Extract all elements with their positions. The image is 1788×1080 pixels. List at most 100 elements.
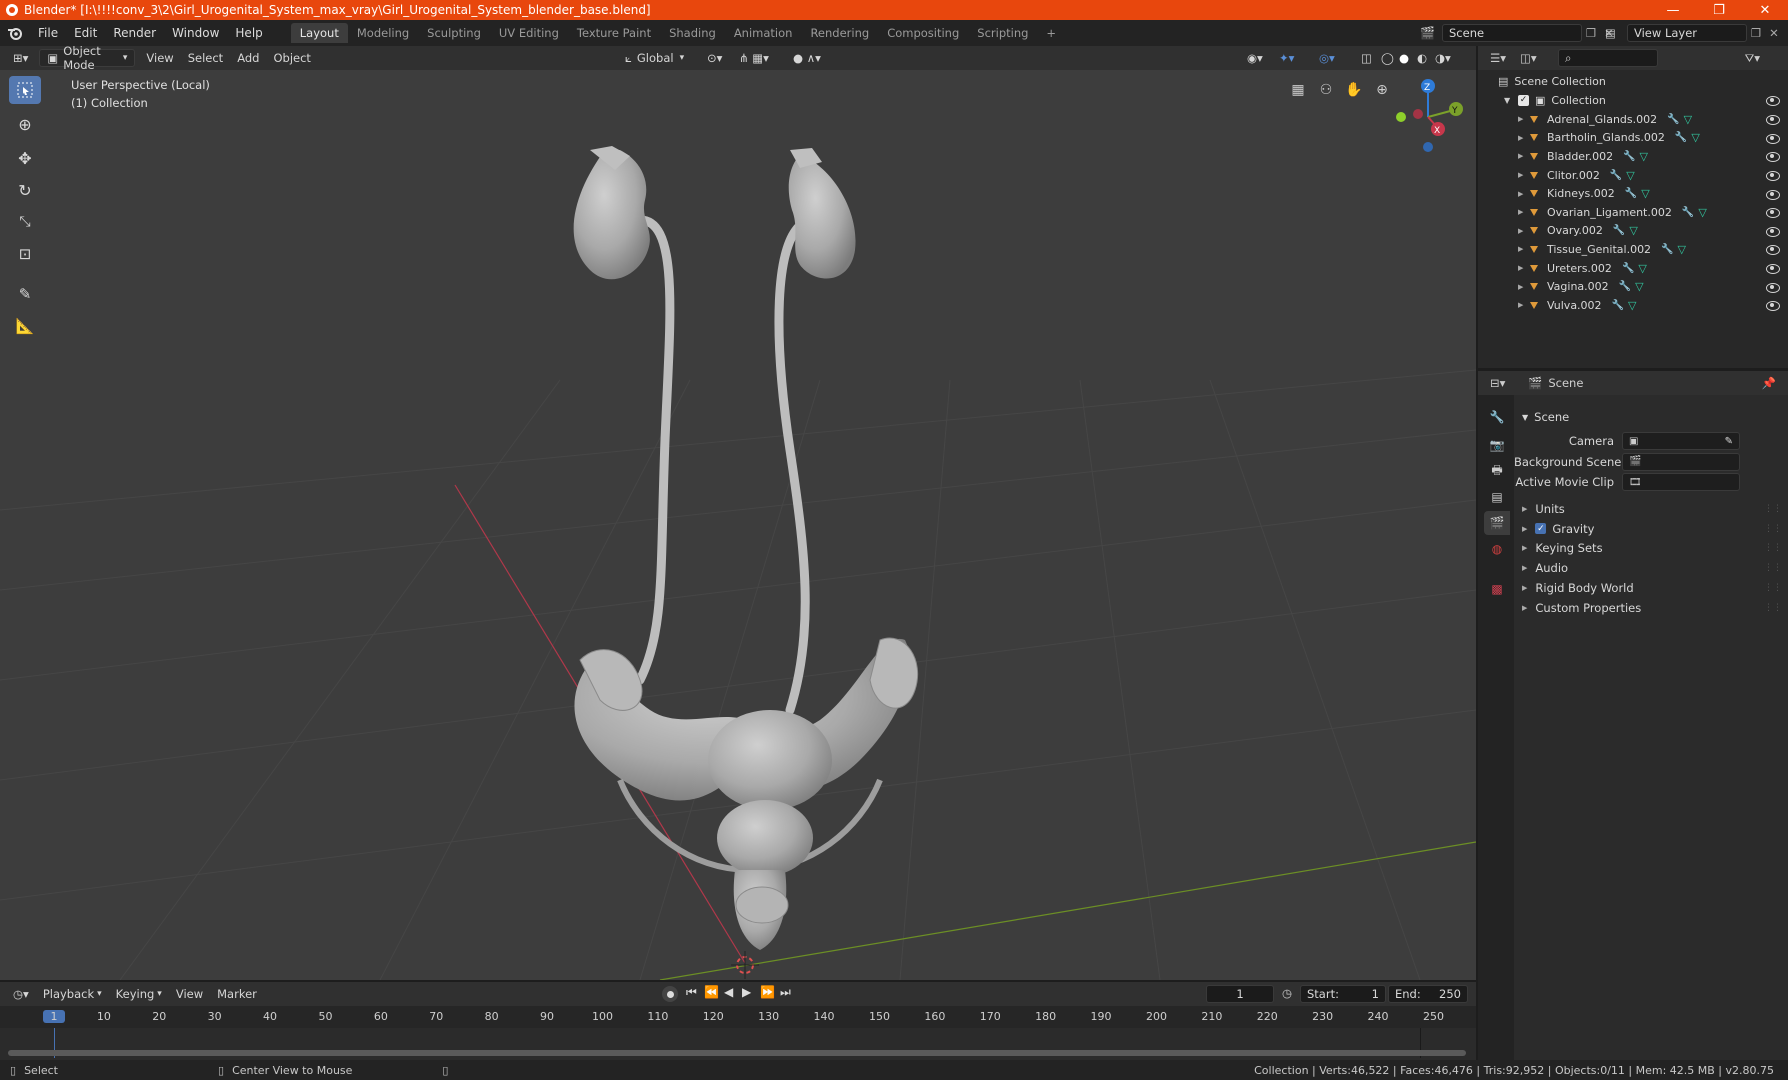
tab-animation[interactable]: Animation <box>725 23 802 43</box>
chevron-right-icon[interactable]: ▶ <box>1518 190 1530 198</box>
tab-shading[interactable]: Shading <box>660 23 725 43</box>
blender-menu-icon[interactable] <box>0 26 30 40</box>
select-box-tool[interactable] <box>9 76 41 104</box>
collection-row[interactable]: ▼ ✓ ▣ Collection <box>1478 91 1788 110</box>
tab-tool[interactable]: 🔧 <box>1484 405 1510 429</box>
jump-keyframe-forward-icon[interactable]: ⏩ <box>760 985 775 999</box>
mesh-data-icon[interactable]: ▽ <box>1635 280 1643 293</box>
outliner-object-row[interactable]: ▶ Kidneys.002 🔧 ▽ <box>1478 184 1788 203</box>
modifier-wrench-icon[interactable]: 🔧 <box>1675 132 1687 143</box>
drag-handle-icon[interactable]: ⋮⋮ <box>1764 543 1782 553</box>
tab-sculpting[interactable]: Sculpting <box>418 23 490 43</box>
eye-icon[interactable] <box>1766 114 1780 126</box>
editor-type-icon[interactable]: ⊞▾ <box>6 49 35 67</box>
modifier-wrench-icon[interactable]: 🔧 <box>1623 151 1635 162</box>
chevron-down-icon[interactable]: ▼ <box>1504 96 1518 105</box>
drag-handle-icon[interactable]: ⋮⋮ <box>1764 504 1782 514</box>
end-frame-field[interactable]: End: 250 <box>1388 985 1468 1003</box>
mode-selector[interactable]: ▣ Object Mode ▾ <box>39 44 136 72</box>
drag-handle-icon[interactable]: ⋮⋮ <box>1764 524 1782 534</box>
menu-help[interactable]: Help <box>227 20 270 46</box>
play-icon[interactable]: ▶ <box>742 985 751 999</box>
visibility-icon[interactable]: ◉▾ <box>1240 49 1270 67</box>
viewport-menu-object[interactable]: Object <box>266 49 317 67</box>
mesh-data-icon[interactable]: ▽ <box>1678 243 1686 256</box>
delete-view-layer-icon[interactable]: ✕ <box>1765 26 1783 40</box>
property-field[interactable]: 🎞 <box>1622 473 1740 491</box>
shading-rendered-icon[interactable]: ◑▾ <box>1428 49 1458 67</box>
timeline-editor-icon[interactable]: ◷▾ <box>6 985 36 1003</box>
move-tool[interactable]: ✥ <box>9 144 41 172</box>
mesh-data-icon[interactable]: ▽ <box>1626 169 1634 182</box>
tab-scene[interactable]: 🎬 <box>1484 511 1510 535</box>
eyedropper-icon[interactable]: ✎ <box>1725 436 1733 447</box>
jump-keyframe-back-icon[interactable]: ⏪ <box>704 985 719 999</box>
tab-uv-editing[interactable]: UV Editing <box>490 23 568 43</box>
property-field[interactable]: ▣ ✎ <box>1622 432 1740 450</box>
tab-rendering[interactable]: Rendering <box>801 23 878 43</box>
scene-icon[interactable]: 🎬 <box>1420 26 1442 40</box>
tab-view-layer[interactable]: ▤ <box>1484 485 1510 509</box>
scene-panel-header[interactable]: ▼ Scene <box>1514 406 1788 428</box>
timeline-menu-playback[interactable]: Playback ▾ <box>36 985 109 1003</box>
jump-start-icon[interactable]: ⏮ <box>686 985 697 1000</box>
panel-section-header[interactable]: ▶ Keying Sets ⋮⋮ <box>1514 537 1788 559</box>
chevron-right-icon[interactable]: ▶ <box>1518 301 1530 309</box>
outliner-object-row[interactable]: ▶ Ovary.002 🔧 ▽ <box>1478 222 1788 241</box>
outliner-object-row[interactable]: ▶ Ureters.002 🔧 ▽ <box>1478 259 1788 278</box>
snap-icon[interactable]: ⋔ ▦▾ <box>732 49 776 67</box>
outliner-object-row[interactable]: ▶ Tissue_Genital.002 🔧 ▽ <box>1478 240 1788 259</box>
record-button[interactable] <box>662 986 678 1002</box>
current-frame-marker[interactable]: 1 <box>43 1010 65 1023</box>
measure-tool[interactable]: 📐 <box>9 312 41 340</box>
drag-handle-icon[interactable]: ⋮⋮ <box>1764 583 1782 593</box>
eye-icon[interactable] <box>1766 189 1780 200</box>
pivot-point-icon[interactable]: ⊙▾ <box>700 49 729 67</box>
proportional-edit-icon[interactable]: ● ∧▾ <box>786 49 828 67</box>
mesh-data-icon[interactable]: ▽ <box>1684 113 1692 126</box>
annotate-tool[interactable]: ✎ <box>9 280 41 308</box>
panel-section-header[interactable]: ▶ Audio ⋮⋮ <box>1514 557 1788 579</box>
eye-icon[interactable] <box>1766 263 1780 275</box>
modifier-wrench-icon[interactable]: 🔧 <box>1612 300 1624 311</box>
maximize-button[interactable]: ❐ <box>1696 0 1742 20</box>
outliner-object-row[interactable]: ▶ Bladder.002 🔧 ▽ <box>1478 147 1788 166</box>
drag-handle-icon[interactable]: ⋮⋮ <box>1764 563 1782 573</box>
outliner-object-row[interactable]: ▶ Adrenal_Glands.002 🔧 ▽ <box>1478 110 1788 129</box>
camera-icon[interactable]: ⚇ <box>1316 82 1336 98</box>
tab-world[interactable]: ◍ <box>1484 537 1510 561</box>
tab-render[interactable]: 📷 <box>1484 433 1510 457</box>
timeline-menu-view[interactable]: View <box>169 985 210 1003</box>
modifier-wrench-icon[interactable]: 🔧 <box>1613 225 1625 236</box>
panel-section-header[interactable]: ▶ Rigid Body World ⋮⋮ <box>1514 577 1788 599</box>
chevron-right-icon[interactable]: ▶ <box>1518 115 1530 123</box>
zoom-icon[interactable]: ⊕ <box>1372 82 1392 98</box>
overlay-toggle-icon[interactable]: ◎▾ <box>1312 49 1342 67</box>
chevron-right-icon[interactable]: ▶ <box>1518 227 1530 235</box>
filter-icon[interactable]: ⛛▾ <box>1745 51 1760 66</box>
close-button[interactable]: ✕ <box>1742 0 1788 20</box>
transform-tool[interactable]: ⊡ <box>9 240 41 268</box>
tab-output[interactable]: 🖶 <box>1484 459 1510 483</box>
collection-checkbox[interactable]: ✓ <box>1518 94 1529 106</box>
eye-icon[interactable] <box>1766 282 1780 293</box>
pan-hand-icon[interactable]: ✋ <box>1344 82 1364 98</box>
mesh-data-icon[interactable]: ▽ <box>1640 150 1648 163</box>
modifier-wrench-icon[interactable]: 🔧 <box>1682 207 1694 218</box>
outliner-search-input[interactable]: ⌕ <box>1558 49 1658 67</box>
viewport-menu-select[interactable]: Select <box>181 49 230 67</box>
jump-end-icon[interactable]: ⏭ <box>780 985 791 1000</box>
orientation-selector[interactable]: ⟀ Global ▾ <box>618 49 691 67</box>
outliner-object-row[interactable]: ▶ Clitor.002 🔧 ▽ <box>1478 166 1788 185</box>
chevron-right-icon[interactable]: ▶ <box>1518 134 1530 142</box>
3d-viewport[interactable]: Z Y X User Perspective (Local) (1) Colle… <box>0 70 1476 980</box>
new-scene-icon[interactable]: ❐ <box>1582 26 1600 40</box>
play-reverse-icon[interactable]: ◀ <box>724 985 733 999</box>
chevron-right-icon[interactable]: ▶ <box>1518 283 1530 291</box>
chevron-right-icon[interactable]: ▶ <box>1518 264 1530 272</box>
pin-icon[interactable]: 📌 <box>1762 376 1776 390</box>
scene-collection-row[interactable]: ▤ Scene Collection <box>1478 72 1788 91</box>
eye-icon[interactable] <box>1766 133 1780 144</box>
viewport-menu-add[interactable]: Add <box>230 49 266 67</box>
mesh-data-icon[interactable]: ▽ <box>1629 224 1637 237</box>
